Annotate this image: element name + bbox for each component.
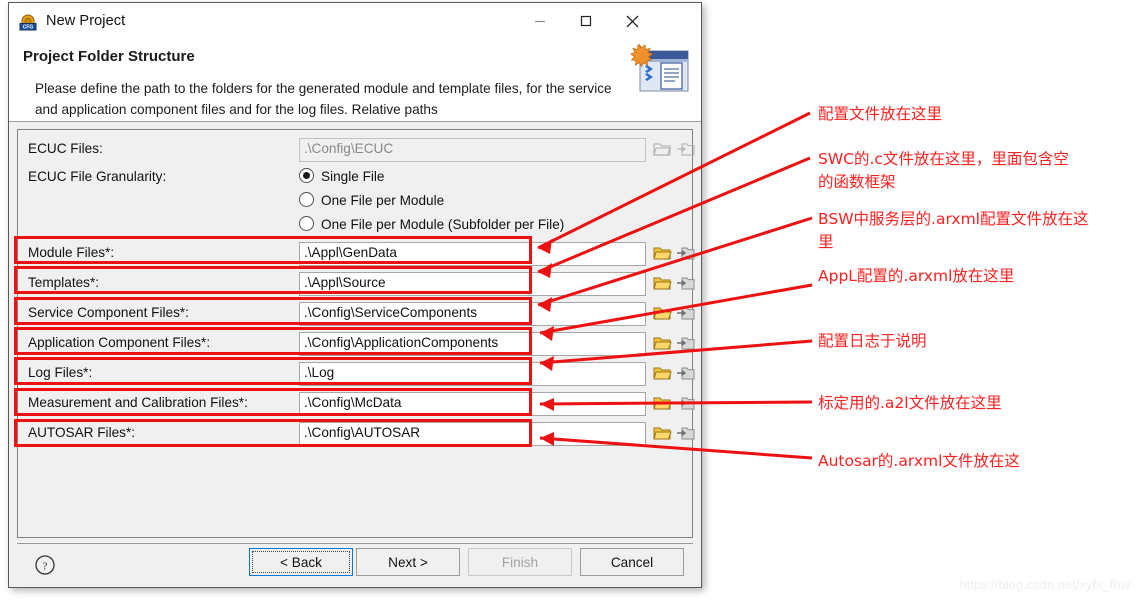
cfg-project-icon: CFG bbox=[18, 11, 38, 31]
folder-open-icon[interactable] bbox=[652, 274, 672, 292]
folder-select-icon[interactable] bbox=[676, 274, 696, 292]
title-bar: CFG New Project bbox=[9, 3, 701, 39]
folder-open-icon[interactable] bbox=[652, 364, 672, 382]
annotation-text-6: 标定用的.a2l文件放在这里 bbox=[818, 394, 1002, 412]
annotation-text-7: Autosar的.arxml文件放在这 bbox=[818, 452, 1020, 470]
radio-label: One File per Module (Subfolder per File) bbox=[321, 217, 565, 232]
highlight-box-module-files bbox=[14, 236, 532, 264]
field-row-ecuc: ECUC Files: .\Config\ECUC bbox=[18, 138, 695, 164]
folder-select-icon[interactable] bbox=[676, 424, 696, 442]
back-button-label: < Back bbox=[280, 554, 322, 570]
finish-button: Finish bbox=[468, 548, 572, 576]
radio-mark-icon bbox=[299, 192, 314, 207]
annotation-text-2: SWC的.c文件放在这里，里面包含空 的函数框架 bbox=[818, 150, 1069, 191]
folder-select-icon[interactable] bbox=[676, 364, 696, 382]
folder-open-icon[interactable] bbox=[652, 394, 672, 412]
page-description: Please define the path to the folders fo… bbox=[35, 81, 612, 117]
cancel-button[interactable]: Cancel bbox=[580, 548, 684, 576]
folder-open-icon[interactable] bbox=[652, 304, 672, 322]
wizard-header: Project Folder Structure Please define t… bbox=[9, 39, 701, 122]
radio-mark-icon bbox=[299, 168, 314, 183]
radio-label: Single File bbox=[321, 169, 385, 184]
highlight-box-templates bbox=[14, 266, 532, 294]
svg-text:?: ? bbox=[43, 561, 48, 573]
new-project-dialog: CFG New Project Project Folder Structure… bbox=[8, 2, 702, 588]
svg-text:CFG: CFG bbox=[23, 25, 34, 31]
folder-select-icon[interactable] bbox=[676, 304, 696, 322]
folder-select-icon[interactable] bbox=[676, 244, 696, 262]
folder-select-icon[interactable] bbox=[676, 394, 696, 412]
cancel-button-label: Cancel bbox=[610, 554, 654, 570]
radio-mark-icon bbox=[299, 216, 314, 231]
folder-open-icon[interactable] bbox=[652, 334, 672, 352]
annotation-text-4: AppL配置的.arxml放在这里 bbox=[818, 267, 1015, 285]
ecuc-files-input: .\Config\ECUC bbox=[299, 138, 646, 162]
help-icon[interactable]: ? bbox=[34, 554, 56, 576]
next-button-label: Next > bbox=[388, 554, 428, 570]
highlight-box-service-component-files bbox=[14, 297, 532, 325]
maximize-icon[interactable] bbox=[563, 3, 609, 39]
folder-open-icon bbox=[652, 140, 672, 158]
close-icon[interactable] bbox=[609, 3, 655, 39]
dialog-button-bar: ? < Back Next > Finish Cancel bbox=[17, 543, 693, 586]
minimize-icon[interactable] bbox=[517, 3, 563, 39]
highlight-box-autosar-files bbox=[14, 419, 532, 447]
highlight-box-log-files bbox=[14, 357, 532, 385]
wizard-banner-icon bbox=[629, 41, 695, 103]
radio-one-file-per-module[interactable]: One File per Module bbox=[299, 192, 444, 216]
next-button[interactable]: Next > bbox=[356, 548, 460, 576]
folder-open-icon[interactable] bbox=[652, 424, 672, 442]
window-title: New Project bbox=[46, 13, 126, 29]
folder-select-icon[interactable] bbox=[676, 334, 696, 352]
folder-select-icon bbox=[676, 140, 696, 158]
back-button[interactable]: < Back bbox=[249, 548, 353, 576]
radio-single-file[interactable]: Single File bbox=[299, 168, 384, 192]
finish-button-label: Finish bbox=[501, 554, 539, 570]
field-row-granularity: ECUC File Granularity: Single File One F… bbox=[18, 166, 692, 246]
ecuc-files-label: ECUC Files: bbox=[28, 141, 103, 156]
highlight-box-measurement-calibration-files bbox=[14, 388, 532, 416]
page-title: Project Folder Structure bbox=[23, 48, 195, 65]
annotation-text-3: BSW中服务层的.arxml配置文件放在这 里 bbox=[818, 210, 1089, 251]
watermark: https://blog.csdn.net/xyfx_fhw bbox=[959, 577, 1130, 592]
folder-open-icon[interactable] bbox=[652, 244, 672, 262]
radio-label: One File per Module bbox=[321, 193, 445, 208]
granularity-label: ECUC File Granularity: bbox=[28, 169, 167, 184]
highlight-box-application-component-files bbox=[14, 327, 532, 355]
annotation-text-5: 配置日志于说明 bbox=[818, 332, 927, 350]
annotation-text-1: 配置文件放在这里 bbox=[818, 105, 943, 123]
